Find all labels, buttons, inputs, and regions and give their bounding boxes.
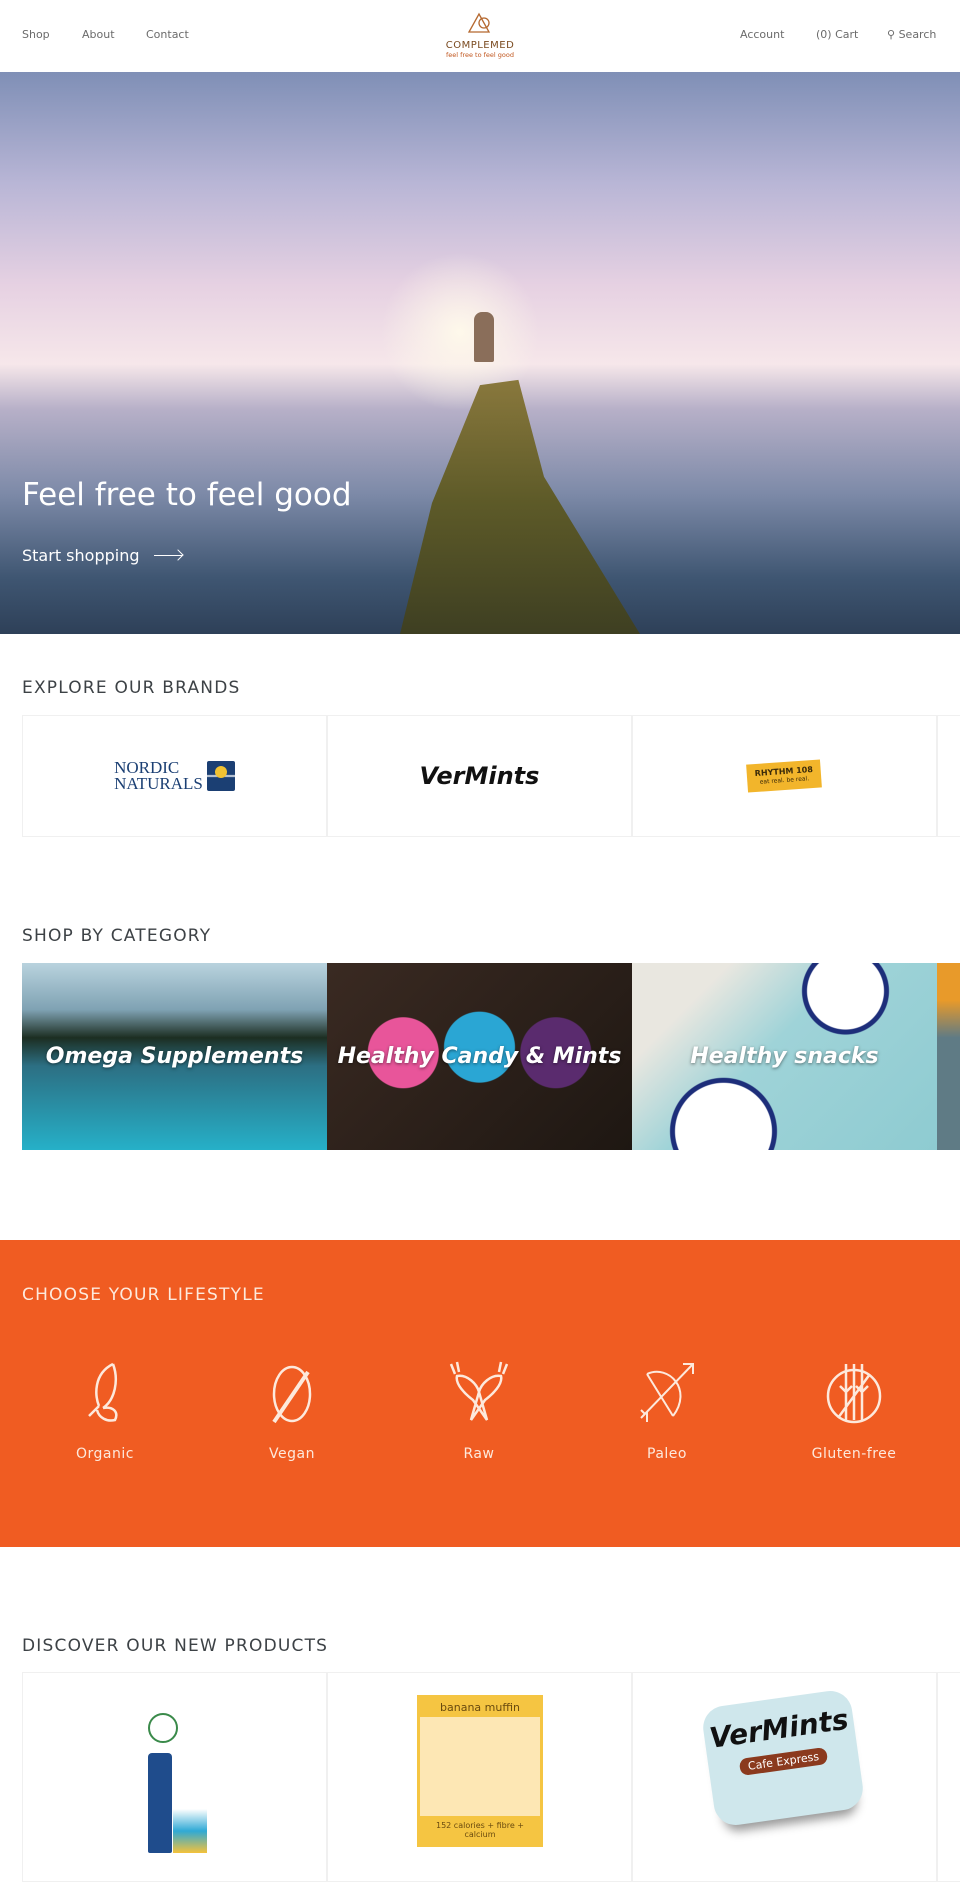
banana-muffin-package: banana muffin 152 calories + fibre + cal… xyxy=(417,1695,543,1847)
brands-title: EXPLORE OUR BRANDS xyxy=(22,678,241,698)
logo[interactable]: COMPLEMED feel free to feel good xyxy=(440,12,520,59)
lifestyle-label: Raw xyxy=(463,1446,495,1462)
start-shopping-link[interactable]: Start shopping xyxy=(22,546,182,565)
vermints-logo: VerMints xyxy=(419,762,540,790)
products-row: banana muffin 152 calories + fibre + cal… xyxy=(22,1672,960,1882)
nav-cart[interactable]: (0) Cart xyxy=(816,28,858,41)
product-label: banana muffin xyxy=(420,1698,540,1717)
category-healthy-candy-mints[interactable]: Healthy Candy & Mints xyxy=(327,963,632,1150)
lifestyle-raw[interactable]: Raw xyxy=(419,1360,539,1462)
nav-about[interactable]: About xyxy=(82,28,115,41)
category-healthy-snacks[interactable]: Healthy snacks xyxy=(632,963,937,1150)
products-title: DISCOVER OUR NEW PRODUCTS xyxy=(22,1636,329,1656)
logo-name: COMPLEMED xyxy=(445,40,515,51)
product-bottle xyxy=(148,1753,172,1853)
product-partial[interactable] xyxy=(937,1672,960,1882)
product-caption: Cafe Express xyxy=(738,1746,828,1776)
lifestyle-label: Vegan xyxy=(269,1446,315,1462)
product-card[interactable]: banana muffin 152 calories + fibre + cal… xyxy=(327,1672,632,1882)
site-header: Shop About Contact Account (0) Cart ⚲ Se… xyxy=(0,0,960,72)
carrots-icon xyxy=(449,1361,509,1421)
lifestyle-organic[interactable]: Organic xyxy=(45,1360,165,1462)
product-caption: 152 calories + fibre + calcium xyxy=(420,1816,540,1844)
category-label: Omega Supplements xyxy=(45,1044,304,1069)
hero-title: Feel free to feel good xyxy=(22,477,352,513)
search-icon: ⚲ xyxy=(887,28,896,41)
nav-search[interactable]: ⚲ Search xyxy=(887,28,936,41)
vegan-badge-icon xyxy=(148,1713,178,1743)
product-box xyxy=(173,1743,207,1853)
hero-person xyxy=(474,312,494,362)
lifestyle-paleo[interactable]: Paleo xyxy=(607,1360,727,1462)
brand-line: NATURALS xyxy=(114,774,203,793)
rhythm-logo: RHYTHM 108 eat real. be real. xyxy=(746,759,823,793)
no-egg-icon xyxy=(272,1365,312,1424)
product-label: VerMints xyxy=(707,1702,851,1755)
sun-wave-icon xyxy=(206,761,235,791)
lifestyle-label: Gluten-free xyxy=(811,1446,897,1462)
brands-row: NORDIC NATURALS VerMints RHYTHM 108 eat re… xyxy=(22,715,960,837)
lifestyle-gluten-free[interactable]: Gluten-free xyxy=(794,1360,914,1462)
category-partial[interactable] xyxy=(937,963,960,1150)
product-card[interactable]: VerMints Cafe Express xyxy=(632,1672,937,1882)
leaf-icon xyxy=(88,1362,118,1422)
bow-arrow-icon xyxy=(640,1363,694,1422)
nav-account[interactable]: Account xyxy=(740,28,784,41)
lifestyle-label: Organic xyxy=(76,1446,134,1462)
category-omega-supplements[interactable]: Omega Supplements xyxy=(22,963,327,1150)
lifestyle-section: CHOOSE YOUR LIFESTYLE Organic Vegan Raw … xyxy=(0,1240,960,1547)
logo-mark-icon xyxy=(467,12,491,33)
hero-banner: Feel free to feel good Start shopping xyxy=(0,72,960,634)
nordic-naturals-logo: NORDIC NATURALS xyxy=(114,759,235,793)
category-label: Healthy Candy & Mints xyxy=(337,1044,622,1069)
nav-contact[interactable]: Contact xyxy=(146,28,189,41)
brand-partial[interactable] xyxy=(937,715,960,837)
brand-rhythm-108[interactable]: RHYTHM 108 eat real. be real. xyxy=(632,715,937,837)
arrow-right-icon xyxy=(153,554,182,557)
brand-nordic-naturals[interactable]: NORDIC NATURALS xyxy=(22,715,327,837)
lifestyle-vegan[interactable]: Vegan xyxy=(232,1360,352,1462)
product-card[interactable] xyxy=(22,1672,327,1882)
nav-shop[interactable]: Shop xyxy=(22,28,50,41)
lifestyle-label: Paleo xyxy=(647,1446,687,1462)
no-wheat-icon xyxy=(826,1364,882,1424)
brand-vermints[interactable]: VerMints xyxy=(327,715,632,837)
logo-tagline: feel free to feel good xyxy=(446,51,514,59)
hero-cliff xyxy=(400,379,640,634)
category-label: Healthy snacks xyxy=(690,1044,879,1069)
categories-title: SHOP BY CATEGORY xyxy=(22,926,212,946)
categories-row: Omega Supplements Healthy Candy & Mints … xyxy=(22,963,960,1150)
search-label: Search xyxy=(898,28,937,41)
cta-label: Start shopping xyxy=(22,546,140,565)
lifestyle-title: CHOOSE YOUR LIFESTYLE xyxy=(22,1285,265,1305)
vermints-tin: VerMints Cafe Express xyxy=(700,1688,866,1828)
